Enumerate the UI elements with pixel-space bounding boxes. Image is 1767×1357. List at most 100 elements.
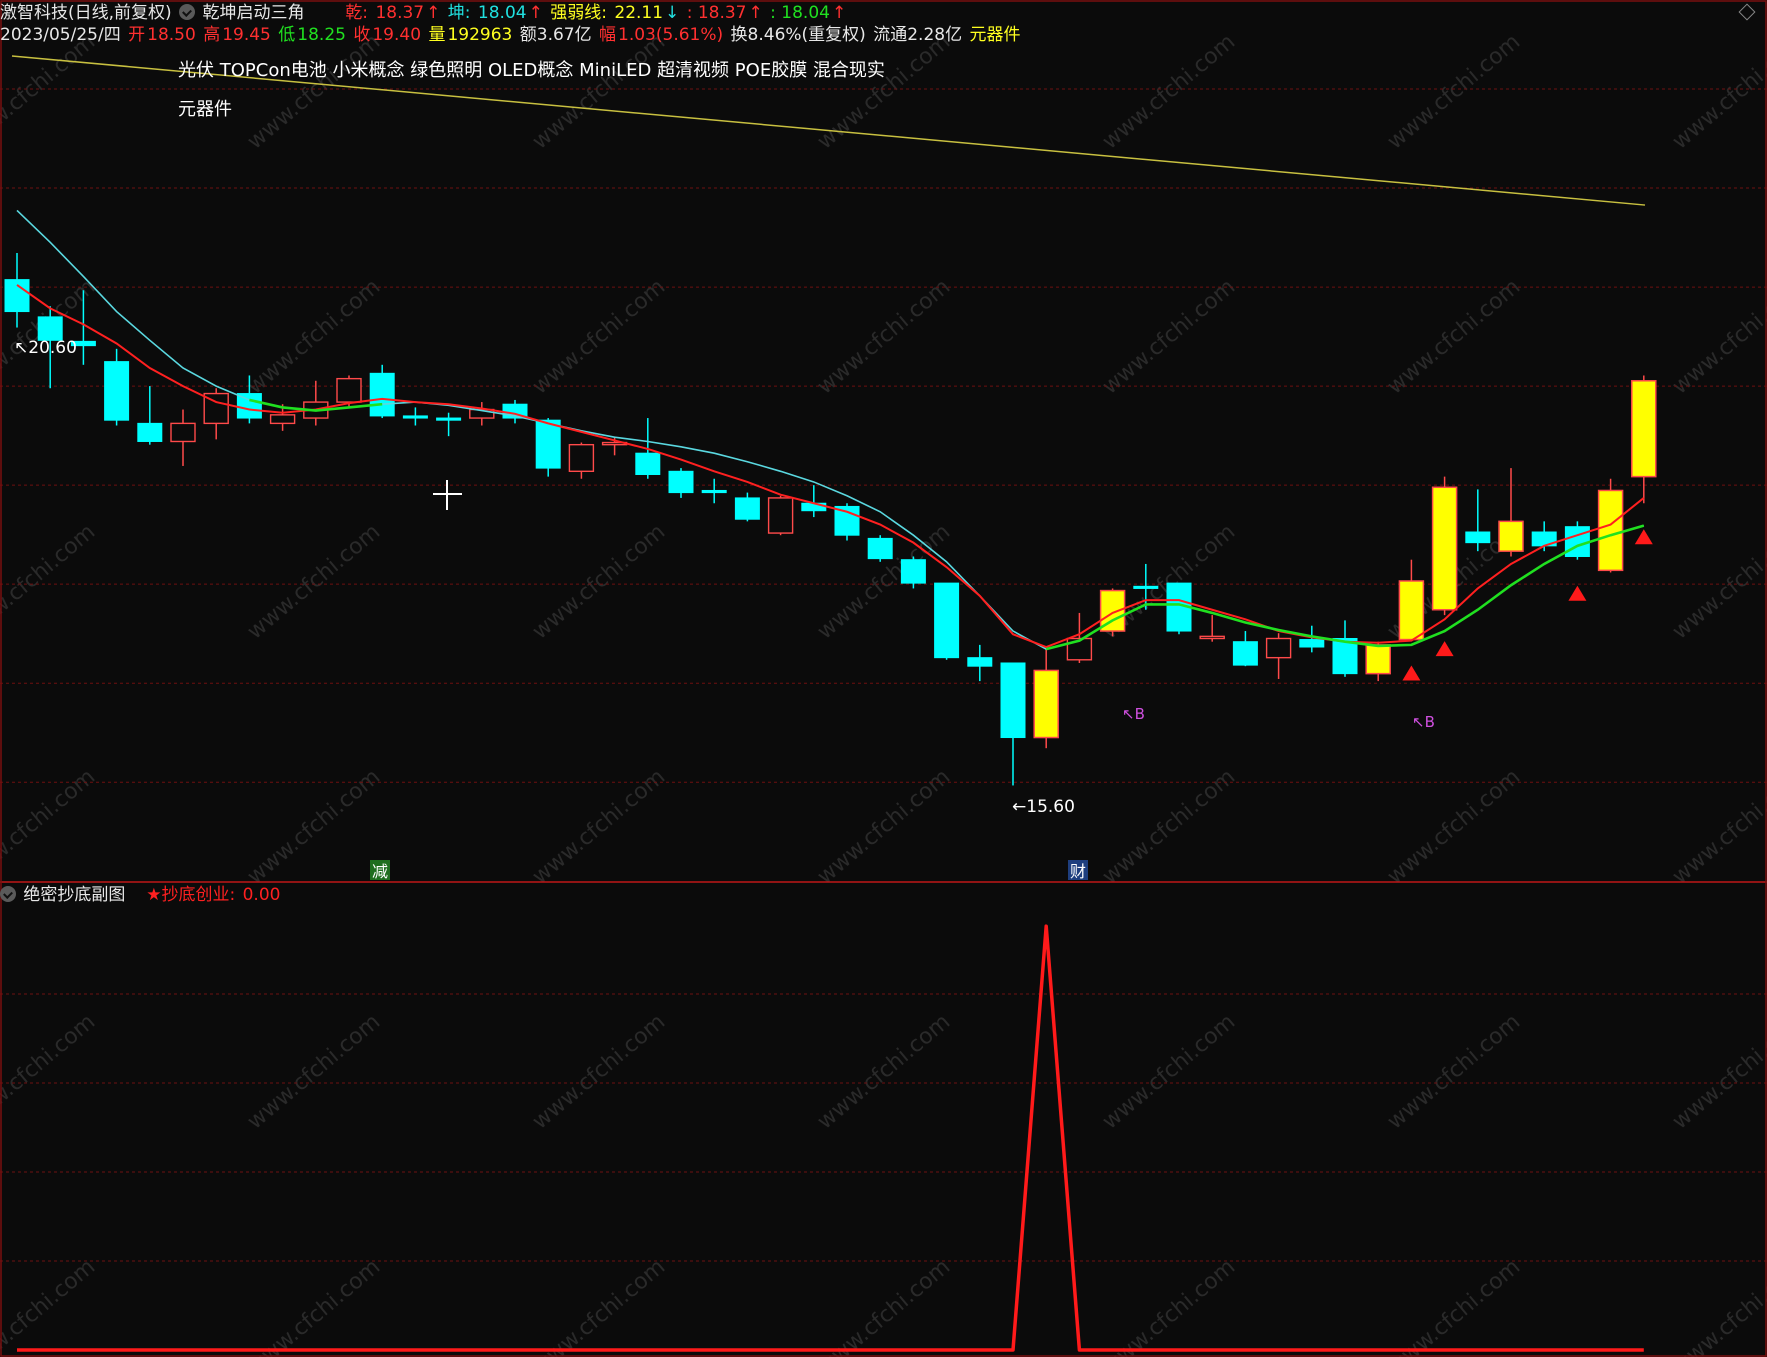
watermark-text: www.cfchi.com	[1098, 1009, 1240, 1134]
concept-tag[interactable]: MiniLED	[579, 60, 651, 81]
candle	[668, 468, 694, 498]
candle-body	[369, 372, 395, 417]
concept-tag[interactable]: 绿色照明	[410, 60, 482, 81]
indicator-name[interactable]: 乾坤启动三角	[202, 3, 304, 23]
watermark-text: www.cfchi.com	[1668, 29, 1767, 154]
concept-tag[interactable]: OLED概念	[488, 60, 573, 81]
qian-value: 18.37	[375, 3, 425, 23]
watermark-text: www.cfchi.com	[528, 274, 670, 399]
watermark-text: www.cfchi.com	[243, 1254, 385, 1357]
watermark-text: www.cfchi.com	[1383, 274, 1525, 399]
candle	[1166, 582, 1192, 635]
concept-tag[interactable]: 光伏	[178, 60, 214, 81]
svg-text:减: 减	[372, 862, 388, 881]
concept-tag[interactable]: 混合现实	[813, 60, 885, 81]
concept-tag[interactable]: 超清视频	[657, 60, 729, 81]
watermark-text: www.cfchi.com	[1383, 1009, 1525, 1134]
watermark-text: www.cfchi.com	[1668, 519, 1767, 644]
candle	[1033, 647, 1059, 749]
candle	[303, 380, 329, 426]
watermark-text: www.cfchi.com	[813, 1009, 955, 1134]
sub-chart-layer	[17, 924, 1644, 1352]
candle	[734, 492, 760, 522]
candle-body	[1431, 486, 1458, 611]
candle	[767, 495, 794, 536]
low-price-label: ←15.60	[1012, 797, 1075, 817]
candle-body	[668, 470, 694, 494]
candle	[436, 412, 462, 437]
float-value: 流通2.28亿	[873, 25, 963, 45]
candle-body	[104, 361, 130, 421]
candle	[104, 348, 130, 426]
watermark-text: www.cfchi.com	[528, 1009, 670, 1134]
arrow-up-icon: ↑	[831, 3, 847, 23]
candle	[369, 364, 395, 419]
arrow-up-icon: ↑	[748, 3, 763, 23]
candle	[1631, 375, 1657, 504]
concept-tags-line2: 元器件	[178, 95, 232, 121]
watermark-text: www.cfchi.com	[528, 764, 670, 889]
concept-tag[interactable]: 元器件	[178, 99, 232, 120]
candle	[1465, 489, 1491, 552]
candle-body	[1631, 380, 1657, 478]
candle-body	[1033, 669, 1059, 739]
candle	[1199, 615, 1225, 642]
concept-tag[interactable]: 小米概念	[332, 60, 404, 81]
candle-body	[4, 279, 30, 313]
candle-body	[1465, 531, 1491, 544]
candle-body	[269, 414, 296, 425]
watermark-text: www.cfchi.com	[1098, 29, 1240, 154]
stock-title[interactable]: 激智科技(日线,前复权)	[0, 3, 172, 23]
kun-label: 坤:	[447, 3, 476, 23]
watermark-text: www.cfchi.com	[1098, 764, 1240, 889]
candle	[867, 535, 893, 562]
concept-tag[interactable]: TOPCon电池	[220, 60, 327, 81]
candle	[1498, 468, 1524, 557]
up-triangle-icon	[1402, 665, 1421, 681]
event-marker-jian[interactable]: 减	[370, 860, 390, 881]
candle-body	[535, 419, 561, 469]
high-value: 19.45	[222, 25, 271, 45]
volume-label: 量	[428, 25, 446, 45]
watermark-text: www.cfchi.com	[243, 1009, 385, 1134]
candle	[1000, 662, 1026, 786]
watermark-text: www.cfchi.com	[1098, 1254, 1240, 1357]
candle-body	[37, 316, 63, 341]
candle-body	[568, 443, 595, 472]
buy-mark-label-2: ↖B	[1412, 713, 1435, 731]
low-label: 低	[278, 25, 296, 45]
candle-body	[701, 489, 727, 494]
candle-body	[1597, 489, 1624, 572]
dropdown-icon[interactable]	[0, 886, 16, 902]
candle	[203, 388, 229, 440]
close-value: 19.40	[372, 25, 422, 45]
dropdown-icon[interactable]	[179, 4, 196, 20]
watermark-text: www.cfchi.com	[243, 519, 385, 644]
watermark-text: www.cfchi.com	[528, 29, 670, 154]
watermark-text: www.cfchi.com	[813, 1254, 955, 1357]
candle	[1265, 633, 1292, 679]
event-marker-cai[interactable]: 财	[1068, 860, 1088, 881]
watermark-text: www.cfchi.com	[1668, 764, 1767, 889]
quote-row: 2023/05/25/四 开 18.50 高 19.45 低 18.25 收 19.40…	[0, 24, 1023, 46]
watermark-text: www.cfchi.com	[243, 274, 385, 399]
watermark-text: www.cfchi.com	[1383, 1254, 1525, 1357]
candle	[701, 478, 727, 504]
candle-body	[1265, 637, 1292, 659]
candle-body	[767, 497, 794, 534]
candle-body	[900, 559, 926, 584]
price-grid	[0, 88, 1767, 783]
watermark-text: www.cfchi.com	[243, 29, 385, 154]
sector-value[interactable]: 元器件	[970, 25, 1021, 45]
candle	[1365, 641, 1391, 682]
close-label: 收	[353, 25, 371, 45]
change-label: 幅	[599, 25, 617, 45]
concept-tag[interactable]: POE胶膜	[735, 60, 807, 81]
watermark-text: www.cfchi.com	[1383, 29, 1525, 154]
candle	[469, 402, 495, 426]
arrow-down-icon: ↓	[665, 3, 680, 23]
sub-panel-title[interactable]: 绝密抄底副图	[23, 885, 125, 905]
watermark-text: www.cfchi.com	[0, 29, 100, 154]
candle-body	[867, 537, 893, 560]
candles-layer[interactable]	[4, 252, 1657, 786]
